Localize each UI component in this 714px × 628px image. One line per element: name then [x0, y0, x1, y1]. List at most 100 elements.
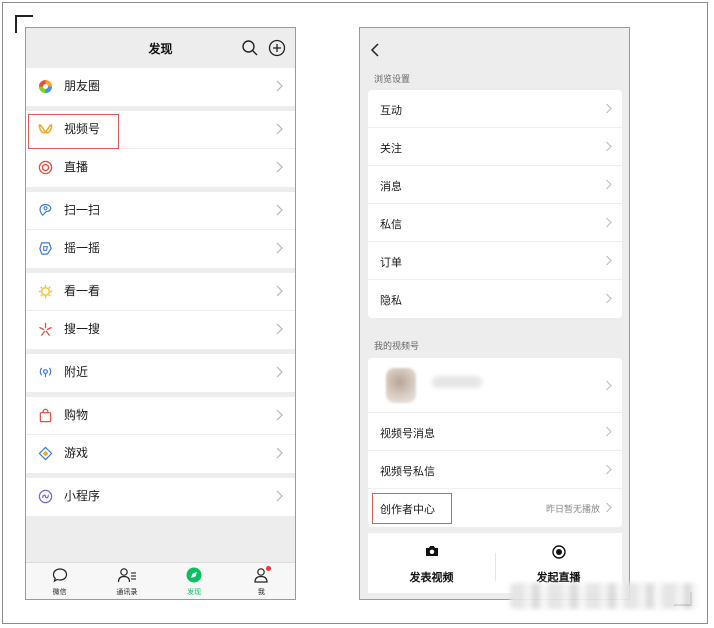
section-channels: 视频号 直播 — [26, 111, 295, 187]
mini-programs-icon — [38, 489, 53, 504]
post-video-button[interactable]: 发表视频 — [368, 533, 495, 593]
nearby-icon — [39, 367, 52, 378]
search-star-icon — [39, 322, 52, 336]
live-icon — [38, 160, 53, 175]
chevron-right-icon — [606, 255, 612, 266]
menu-item-label: 小程序 — [64, 489, 101, 503]
settings-item-privacy[interactable]: 隐私 — [368, 280, 622, 318]
menu-item-live[interactable]: 直播 — [26, 149, 295, 187]
menu-item-channels[interactable]: 视频号 — [26, 111, 295, 149]
settings-item-private-messages[interactable]: 私信 — [368, 204, 622, 242]
chevron-right-icon — [606, 426, 612, 437]
chevron-right-icon — [276, 204, 283, 216]
menu-item-label: 扫一扫 — [64, 203, 101, 217]
section-scan-shake: 扫一扫 摇一摇 — [26, 192, 295, 268]
menu-item-games[interactable]: 游戏 — [26, 435, 295, 473]
blurred-watermark — [510, 583, 698, 609]
section-mini-programs: 小程序 — [26, 478, 295, 516]
section-title: 浏览设置 — [374, 75, 411, 85]
menu-item-nearby[interactable]: 附近 — [26, 354, 295, 392]
my-channel-card: 视频号消息 视频号私信 创作者中心 昨日暂无播放 — [368, 358, 622, 527]
menu-item-shake[interactable]: 摇一摇 — [26, 230, 295, 268]
tab-label: 发现 — [187, 588, 202, 596]
settings-item-interaction[interactable]: 互动 — [368, 90, 622, 128]
menu-item-top-stories[interactable]: 看一看 — [26, 273, 295, 311]
chevron-right-icon — [276, 366, 283, 378]
chevron-right-icon — [606, 141, 612, 152]
shake-icon — [39, 242, 52, 255]
section-title: 我的视频号 — [374, 342, 420, 352]
tab-contacts[interactable]: 通讯录 — [93, 563, 160, 599]
back-arrow-icon[interactable] — [369, 42, 381, 58]
menu-item-label: 游戏 — [64, 446, 89, 460]
chevron-right-icon — [276, 409, 283, 421]
browse-settings-card: 互动 关注 消息 私信 订单 隐私 — [368, 90, 622, 318]
chevron-right-icon — [606, 380, 612, 391]
menu-item-moments[interactable]: 朋友圈 — [26, 68, 295, 106]
menu-item-label: 看一看 — [64, 284, 101, 298]
tab-chats[interactable]: 微信 — [26, 563, 93, 599]
channels-icon — [38, 124, 53, 134]
camera-icon — [425, 546, 438, 556]
menu-item-mini-programs[interactable]: 小程序 — [26, 478, 295, 516]
channels-settings-screen: 浏览设置 互动 关注 消息 私信 订单 隐私 我的视频号 视频号消息 视频号私信… — [359, 27, 630, 600]
chevron-right-icon — [606, 464, 612, 475]
scan-icon — [39, 204, 52, 217]
chevron-right-icon — [276, 80, 283, 92]
search-icon[interactable] — [241, 39, 259, 57]
chevron-right-icon — [606, 217, 612, 228]
add-icon[interactable] — [268, 39, 286, 57]
channel-messages-item[interactable]: 视频号消息 — [368, 413, 622, 451]
chevron-right-icon — [606, 293, 612, 304]
creator-status-text: 昨日暂无播放 — [545, 505, 600, 515]
chevron-right-icon — [276, 123, 283, 135]
post-video-label: 发表视频 — [409, 571, 454, 584]
settings-item-follow[interactable]: 关注 — [368, 128, 622, 166]
menu-item-label: 附近 — [64, 365, 89, 379]
menu-item-label: 视频号 — [64, 122, 101, 136]
settings-item-label: 关注 — [380, 142, 402, 155]
menu-item-search[interactable]: 搜一搜 — [26, 311, 295, 349]
menu-item-label: 摇一摇 — [64, 241, 101, 255]
settings-item-label: 视频号消息 — [380, 427, 435, 440]
chevron-right-icon — [606, 502, 612, 513]
menu-item-scan[interactable]: 扫一扫 — [26, 192, 295, 230]
settings-item-label: 互动 — [380, 104, 402, 117]
chevron-right-icon — [606, 103, 612, 114]
discover-icon — [186, 567, 202, 583]
chevron-right-icon — [606, 179, 612, 190]
discover-screen: 发现 朋友圈 视频号 直播 扫一扫 摇一摇 看一看 搜一搜 附近 购物 游戏 小… — [25, 27, 296, 600]
menu-item-label: 搜一搜 — [64, 322, 101, 336]
settings-item-orders[interactable]: 订单 — [368, 242, 622, 280]
settings-item-messages[interactable]: 消息 — [368, 166, 622, 204]
chat-icon — [52, 568, 67, 583]
top-stories-icon — [38, 284, 53, 299]
tab-label: 我 — [257, 588, 265, 596]
games-icon — [38, 446, 53, 461]
menu-item-label: 购物 — [64, 408, 89, 422]
moments-icon — [38, 79, 53, 94]
section-shop-games: 购物 游戏 — [26, 397, 295, 473]
menu-item-shopping[interactable]: 购物 — [26, 397, 295, 435]
chevron-right-icon — [276, 285, 283, 297]
settings-item-label: 创作者中心 — [380, 503, 435, 516]
menu-item-label: 直播 — [64, 160, 89, 174]
chevron-right-icon — [276, 242, 283, 254]
blurred-channel-name — [432, 376, 482, 388]
top-bar: 发现 — [26, 28, 295, 68]
channel-profile-row[interactable] — [368, 358, 622, 413]
settings-item-label: 消息 — [380, 180, 402, 193]
menu-item-label: 朋友圈 — [64, 79, 101, 93]
tab-discover[interactable]: 发现 — [161, 563, 228, 599]
chevron-right-icon — [276, 161, 283, 173]
tab-label: 微信 — [52, 588, 67, 596]
live-record-icon — [551, 545, 566, 559]
creator-center-item[interactable]: 创作者中心 昨日暂无播放 — [368, 489, 622, 527]
channel-private-messages-item[interactable]: 视频号私信 — [368, 451, 622, 489]
avatar — [386, 368, 416, 403]
shopping-icon — [39, 408, 52, 423]
settings-item-label: 私信 — [380, 218, 402, 231]
settings-item-label: 隐私 — [380, 294, 402, 307]
notification-badge — [266, 566, 272, 571]
tab-me[interactable]: 我 — [228, 563, 295, 599]
